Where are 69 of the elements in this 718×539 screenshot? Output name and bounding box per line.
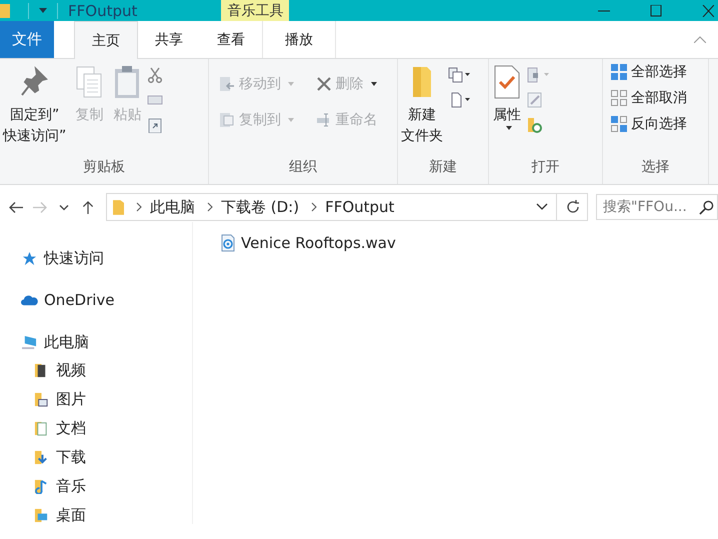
group-label: 选择 [640, 158, 670, 177]
select-none-button[interactable]: 全部取消 [609, 87, 689, 109]
nav-item[interactable]: 文档 [0, 414, 86, 443]
caret-icon [288, 118, 294, 122]
collapse-ribbon-icon[interactable] [694, 36, 706, 43]
delete-icon [316, 76, 332, 92]
group-label: 打开 [530, 158, 560, 177]
computer-icon [21, 334, 38, 350]
group-label: 新建 [428, 158, 458, 177]
context-tab-header: 音乐工具 [221, 0, 290, 21]
nav-item[interactable]: 视频 [0, 356, 86, 385]
select-none-icon [611, 90, 627, 106]
breadcrumb-item[interactable]: FFOutput [325, 198, 394, 216]
caret-icon [506, 126, 512, 130]
scissors-icon[interactable] [147, 67, 164, 83]
select-all-icon [611, 64, 627, 80]
audio-file-icon [221, 234, 235, 252]
new-item-icon[interactable] [448, 67, 470, 83]
cloud-icon [21, 292, 38, 308]
group-label: 组织 [288, 158, 318, 177]
back-arrow-icon [9, 200, 23, 214]
window-title: FFOutput [68, 2, 138, 20]
breadcrumb-item[interactable]: 下载卷 (D:) [221, 198, 300, 216]
nav-item[interactable]: 快速访问 [0, 244, 104, 272]
up-arrow-icon [81, 200, 95, 214]
file-item[interactable]: Venice Rooftops.wav [221, 234, 396, 252]
close-icon[interactable] [702, 4, 714, 16]
refresh-icon[interactable] [565, 199, 581, 215]
address-bar[interactable]: 此电脑 下载卷 (D:) FFOutput [106, 193, 588, 221]
pin-button[interactable]: 固定到” 快速访问” [0, 63, 70, 149]
group-label: 剪贴板 [82, 158, 126, 177]
folder-icon [33, 508, 50, 523]
folder-icon [33, 392, 50, 407]
rename-icon [316, 112, 332, 128]
move-icon [219, 76, 235, 92]
caret-icon [288, 82, 294, 86]
checkmark-document-icon [492, 65, 522, 99]
ribbon-tab[interactable]: 文件 [0, 21, 54, 58]
maximize-icon[interactable] [650, 4, 662, 16]
select-all-button[interactable]: 全部选择 [609, 61, 689, 83]
folder-icon [0, 4, 10, 18]
caret-icon [370, 82, 376, 86]
nav-item[interactable]: 下载 [0, 443, 86, 472]
ribbon-tab[interactable]: 播放 [262, 21, 336, 58]
copy-to-icon [219, 112, 235, 128]
forward-arrow-icon [33, 200, 47, 214]
nav-item[interactable]: 图片 [0, 385, 86, 414]
breadcrumb-item[interactable]: 此电脑 [150, 198, 195, 216]
new-folder-button[interactable]: 新建 文件夹 [398, 63, 446, 149]
search-field[interactable]: 搜索"FFOu... [596, 194, 718, 220]
star-icon [21, 250, 38, 266]
chevron-icon[interactable] [136, 202, 142, 212]
nav-item[interactable]: OneDrive [0, 286, 115, 314]
ribbon-tab[interactable]: 主页 [74, 21, 138, 59]
dropdown-icon[interactable] [39, 8, 47, 13]
paste-shortcut-icon[interactable] [147, 117, 164, 133]
dropdown-icon[interactable] [536, 203, 548, 211]
properties-button[interactable]: 属性 [489, 63, 525, 132]
chevron-icon[interactable] [311, 202, 318, 212]
nav-item[interactable]: 此电脑 [0, 328, 89, 356]
folder-icon [113, 200, 124, 214]
nav-item[interactable]: 桌面 [0, 501, 86, 530]
search-icon [699, 200, 714, 214]
invert-selection-icon [611, 116, 627, 132]
nav-item[interactable]: 音乐 [0, 472, 86, 501]
folder-icon [33, 450, 50, 465]
chevron-icon[interactable] [207, 202, 213, 212]
invert-selection-button[interactable]: 反向选择 [609, 113, 689, 135]
copy-icon [74, 65, 104, 99]
